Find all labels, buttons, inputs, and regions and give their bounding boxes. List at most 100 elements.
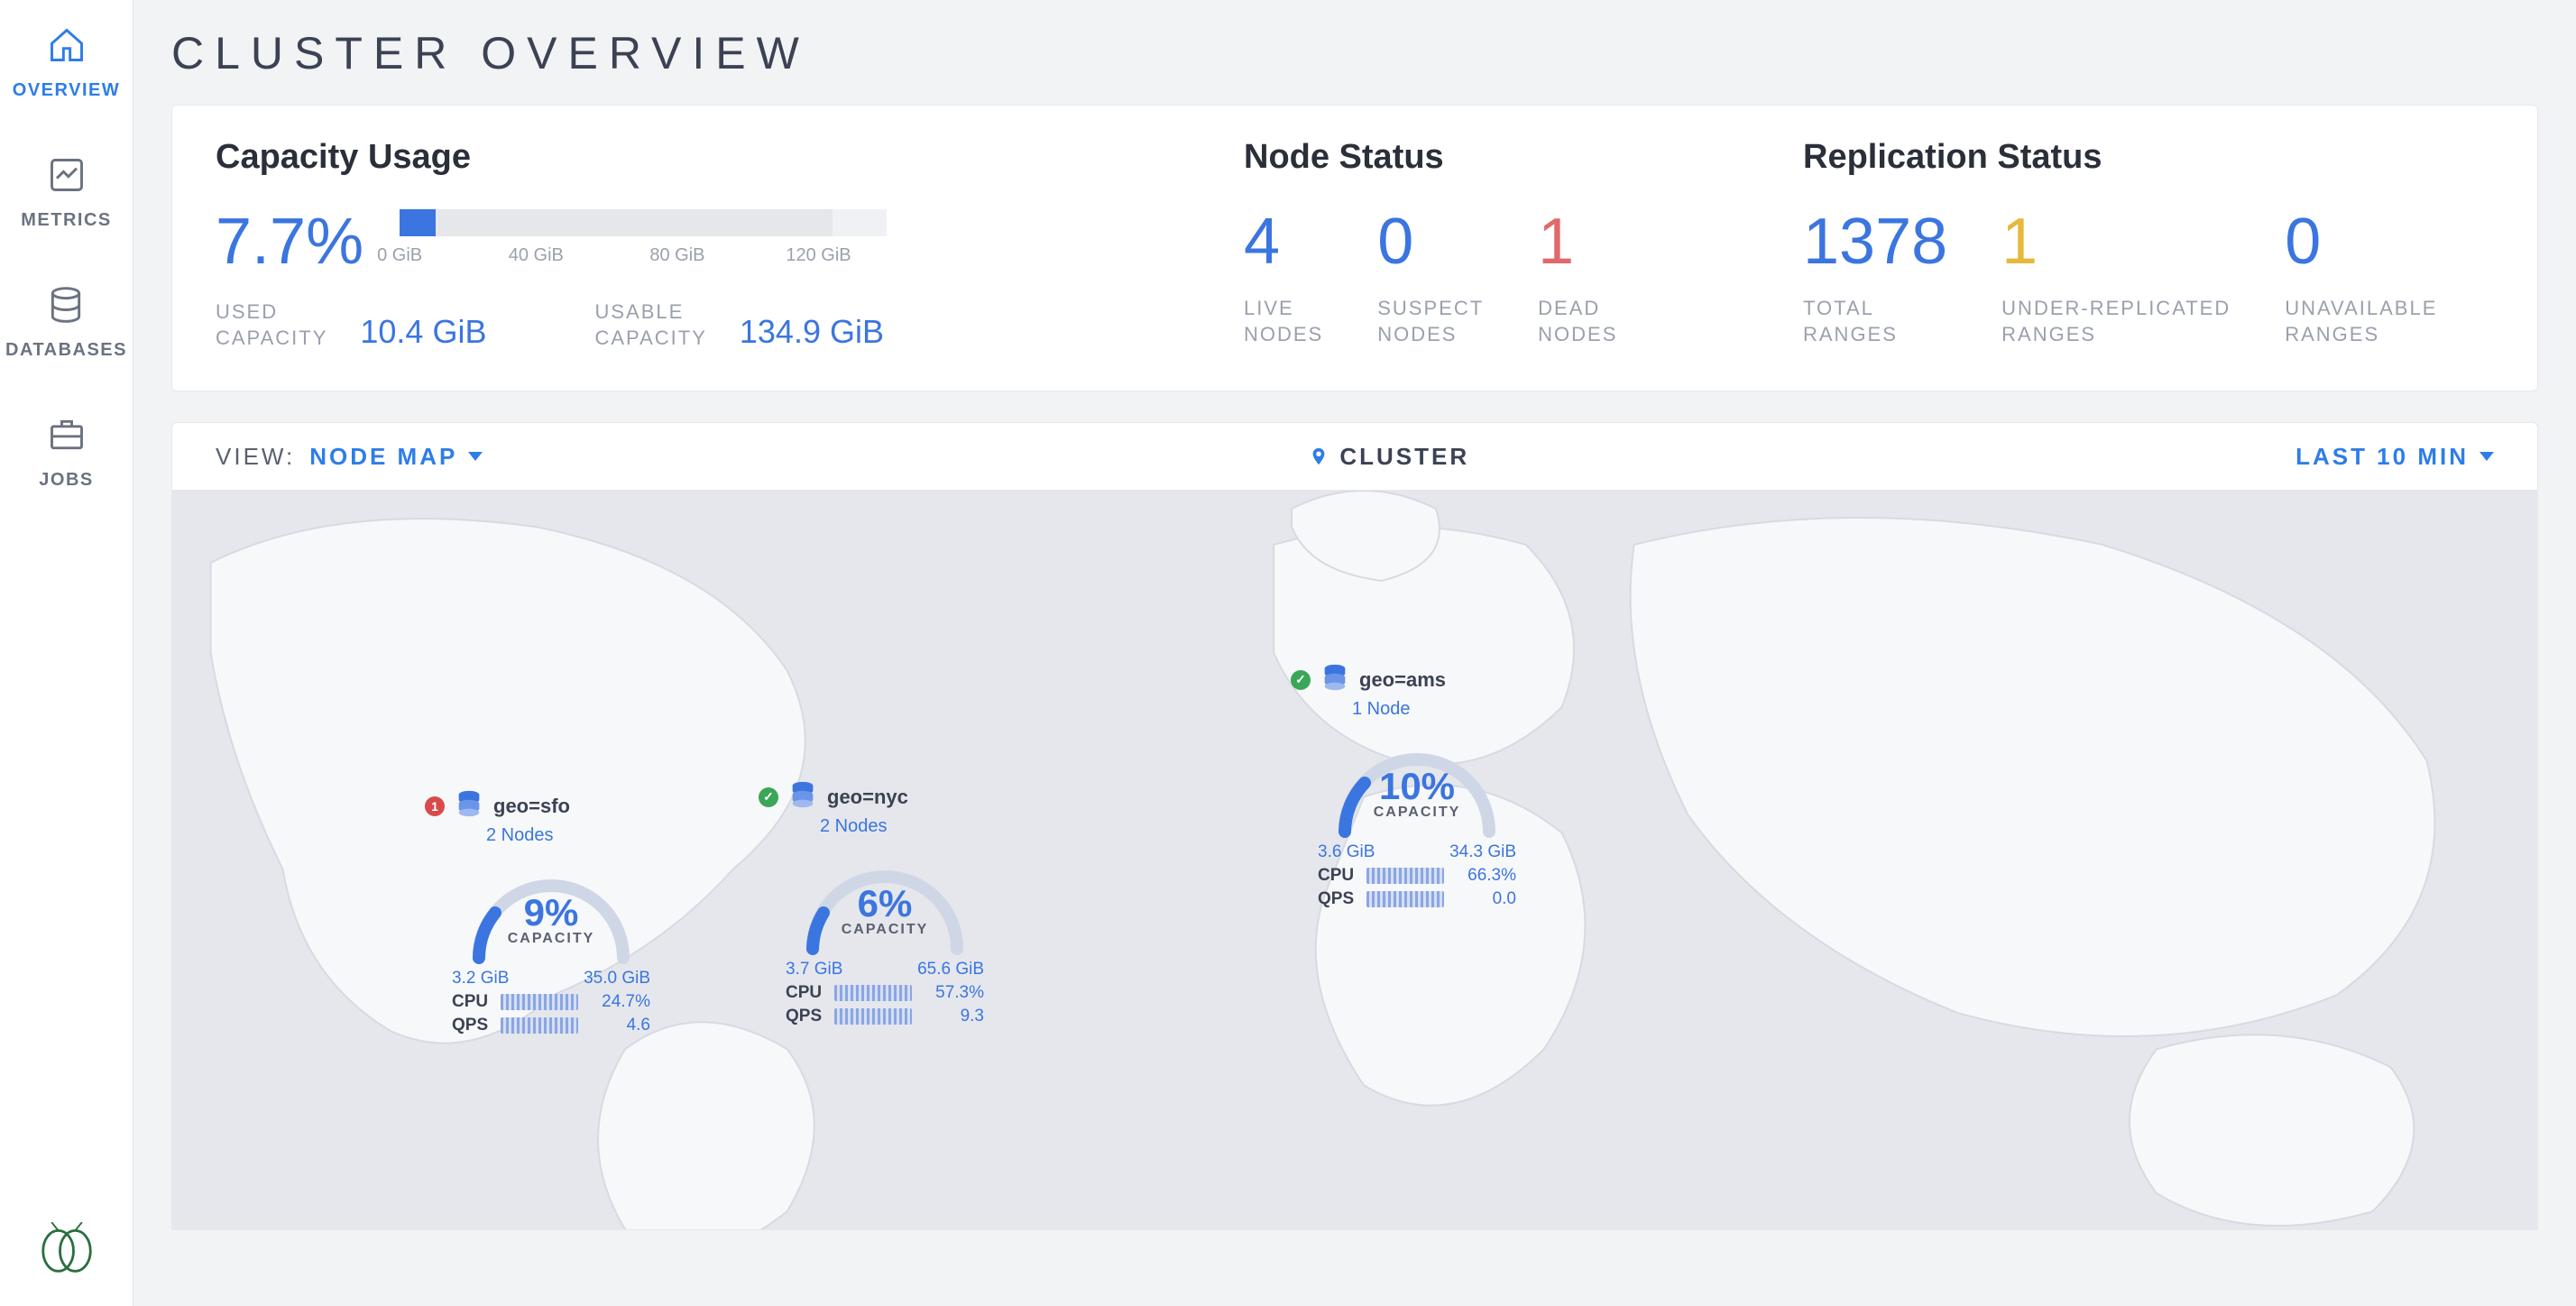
gauge-label: CAPACITY	[461, 931, 641, 947]
used-capacity-value: 10.4 GiB	[360, 313, 486, 351]
cpu-sparkline	[834, 985, 912, 1001]
sidebar-item-label: OVERVIEW	[13, 80, 120, 101]
used-gib: 3.7 GiB	[786, 960, 842, 980]
sidebar: OVERVIEW METRICS DATABASES JOBS	[0, 0, 133, 1306]
cpu-label: CPU	[1318, 866, 1357, 886]
qps-value: 4.6	[587, 1016, 650, 1035]
check-badge-icon: ✓	[759, 787, 778, 807]
time-range-value: LAST 10 MIN	[2295, 443, 2469, 471]
used-capacity-label: USED CAPACITY	[216, 299, 327, 351]
cpu-sparkline	[501, 994, 578, 1010]
page-title: CLUSTER OVERVIEW	[171, 27, 2538, 79]
used-gib: 3.2 GiB	[452, 969, 509, 989]
capacity-section: Capacity Usage 7.7% 0 GiB 40 GiB 80 GiB …	[216, 138, 1172, 351]
node-marker-sfo[interactable]: 1 geo=sfo 2 Nodes 9%CAPACITY 3.2 GiB 35.0…	[425, 788, 677, 1037]
dead-nodes-label: DEAD NODES	[1538, 296, 1617, 347]
qps-value: 0.0	[1453, 889, 1516, 909]
capacity-percent: 7.7%	[216, 209, 363, 274]
check-badge-icon: ✓	[1291, 670, 1311, 690]
capacity-tick: 120 GiB	[786, 245, 851, 266]
chevron-down-icon	[468, 452, 483, 461]
qps-value: 9.3	[921, 1007, 984, 1026]
view-dropdown[interactable]: NODE MAP	[309, 443, 483, 471]
unavailable-ranges-label: UNAVAILABLE RANGES	[2285, 296, 2437, 347]
replication-heading: Replication Status	[1803, 138, 2494, 177]
node-status-section: Node Status 4 LIVE NODES 0 SUSPECT NODES…	[1208, 138, 1767, 351]
node-marker-nyc[interactable]: ✓ geo=nyc 2 Nodes 6%CAPACITY 3.7 GiB65.6…	[759, 779, 1011, 1028]
qps-sparkline	[1366, 891, 1444, 907]
pin-icon	[1309, 444, 1329, 469]
live-nodes-value: 4	[1244, 209, 1323, 274]
suspect-nodes-value: 0	[1377, 209, 1484, 274]
capacity-gauge: 6%CAPACITY	[795, 850, 975, 958]
database-stack-icon	[787, 779, 818, 814]
breadcrumb[interactable]: CLUSTER	[483, 443, 2295, 471]
gauge-percent: 6%	[795, 882, 975, 925]
database-icon	[46, 285, 86, 329]
total-gib: 34.3 GiB	[1449, 842, 1516, 862]
summary-card: Capacity Usage 7.7% 0 GiB 40 GiB 80 GiB …	[171, 105, 2538, 391]
node-status-heading: Node Status	[1244, 138, 1767, 177]
qps-sparkline	[834, 1008, 912, 1025]
database-stack-icon	[454, 788, 484, 823]
replication-section: Replication Status 1378 TOTAL RANGES 1 U…	[1803, 138, 2494, 351]
time-range-dropdown[interactable]: LAST 10 MIN	[2295, 443, 2494, 471]
breadcrumb-label: CLUSTER	[1339, 443, 1469, 471]
marker-subtitle: 2 Nodes	[820, 816, 1011, 837]
capacity-bar-wrap: 0 GiB 40 GiB 80 GiB 120 GiB	[400, 209, 1172, 271]
total-ranges-value: 1378	[1803, 209, 1947, 274]
capacity-gauge: 9%CAPACITY	[461, 859, 641, 967]
qps-label: QPS	[452, 1016, 492, 1035]
sidebar-item-label: METRICS	[21, 210, 112, 231]
briefcase-icon	[47, 415, 87, 459]
gauge-label: CAPACITY	[1327, 805, 1507, 821]
unavailable-ranges-value: 0	[2285, 209, 2437, 274]
node-marker-ams[interactable]: ✓ geo=ams 1 Node 10%CAPACITY 3.6 GiB34.3…	[1291, 662, 1543, 911]
qps-label: QPS	[786, 1007, 825, 1026]
sidebar-item-label: DATABASES	[5, 340, 127, 361]
sidebar-item-databases[interactable]: DATABASES	[5, 285, 127, 361]
alert-badge-icon: 1	[425, 796, 445, 816]
cpu-label: CPU	[452, 992, 492, 1012]
database-stack-icon	[1320, 662, 1350, 697]
sidebar-item-jobs[interactable]: JOBS	[39, 415, 93, 491]
capacity-tick: 80 GiB	[649, 245, 704, 266]
sidebar-item-overview[interactable]: OVERVIEW	[13, 25, 120, 101]
view-dropdown-value: NODE MAP	[309, 443, 457, 471]
gauge-percent: 10%	[1327, 765, 1507, 808]
cpu-value: 57.3%	[921, 983, 984, 1003]
under-replicated-label: UNDER-REPLICATED RANGES	[2001, 296, 2231, 347]
used-gib: 3.6 GiB	[1318, 842, 1375, 862]
cpu-value: 24.7%	[587, 992, 650, 1012]
capacity-tick: 0 GiB	[377, 245, 422, 266]
marker-title: geo=nyc	[827, 786, 908, 809]
chart-icon	[47, 155, 87, 199]
capacity-tick: 40 GiB	[509, 245, 564, 266]
capacity-ticks: 0 GiB 40 GiB 80 GiB 120 GiB	[400, 245, 887, 271]
usable-capacity-label: USABLE CAPACITY	[594, 299, 706, 351]
cpu-label: CPU	[786, 983, 825, 1003]
sidebar-item-label: JOBS	[39, 470, 93, 491]
capacity-bar	[400, 209, 887, 236]
view-label: VIEW:	[216, 443, 295, 471]
capacity-bar-usable	[400, 209, 833, 236]
node-map[interactable]: 1 geo=sfo 2 Nodes 9%CAPACITY 3.2 GiB35.0…	[171, 491, 2538, 1230]
gauge-percent: 9%	[461, 891, 641, 934]
capacity-heading: Capacity Usage	[216, 138, 1172, 177]
marker-subtitle: 2 Nodes	[486, 825, 677, 846]
live-nodes-label: LIVE NODES	[1244, 296, 1323, 347]
main-content: CLUSTER OVERVIEW Capacity Usage 7.7% 0 G…	[133, 0, 2576, 1306]
viewbar: VIEW: NODE MAP CLUSTER LAST 10 MIN	[171, 422, 2538, 491]
marker-title: geo=sfo	[493, 795, 570, 818]
cpu-sparkline	[1366, 868, 1444, 884]
sidebar-item-metrics[interactable]: METRICS	[21, 155, 112, 231]
gauge-label: CAPACITY	[795, 922, 975, 938]
chevron-down-icon	[2479, 452, 2494, 461]
usable-capacity-value: 134.9 GiB	[740, 313, 884, 351]
dead-nodes-value: 1	[1538, 209, 1617, 274]
marker-title: geo=ams	[1359, 668, 1446, 692]
capacity-gauge: 10%CAPACITY	[1327, 732, 1507, 841]
app-logo	[40, 1222, 94, 1281]
suspect-nodes-label: SUSPECT NODES	[1377, 296, 1484, 347]
total-gib: 35.0 GiB	[584, 969, 650, 989]
